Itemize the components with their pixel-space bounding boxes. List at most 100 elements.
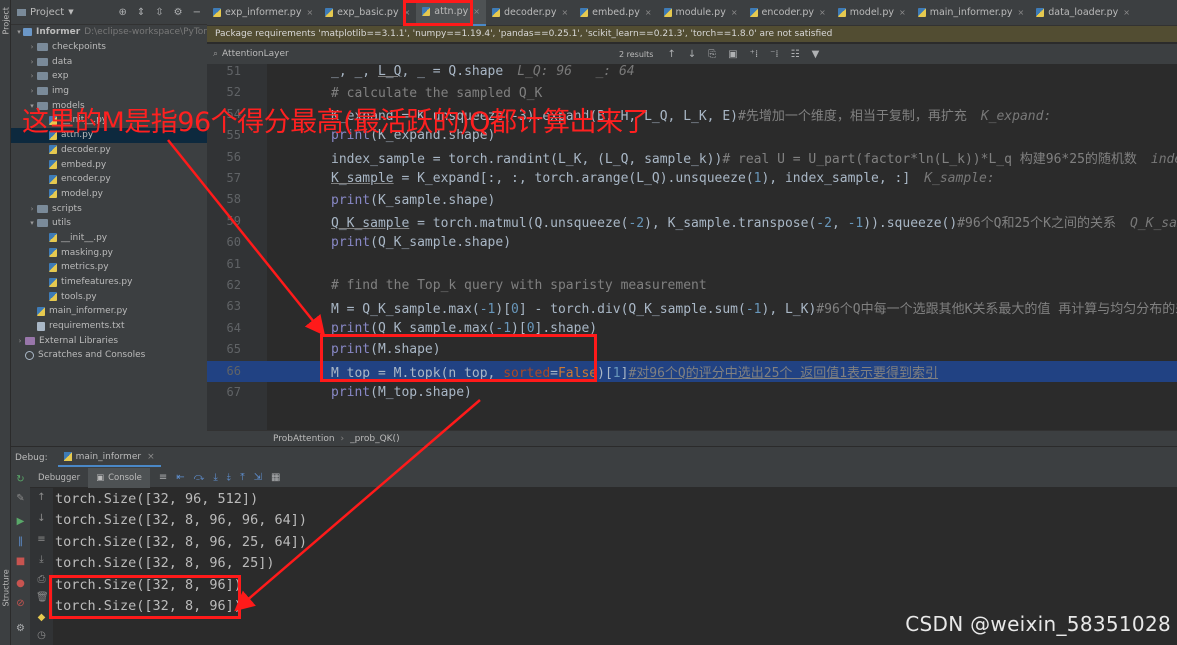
print-icon[interactable]: ⎙ [36,574,47,585]
tree-item[interactable]: › data [11,54,207,69]
close-icon[interactable]: × [561,8,568,17]
chevron-right-icon[interactable]: › [27,87,37,95]
code-line[interactable]: print(K_sample.shape) [267,189,1177,210]
hide-icon[interactable]: − [193,7,201,18]
toggle-occurrence-icon[interactable]: ☷ [791,49,800,60]
tree-item[interactable]: › External Libraries [11,333,207,348]
tree-item[interactable]: › scripts [11,201,207,216]
step-into-icon[interactable]: ⤓ [213,472,217,483]
close-icon[interactable]: × [306,8,313,17]
code-line[interactable] [267,254,1177,275]
tab-debugger[interactable]: Debugger [30,468,88,488]
chevron-right-icon[interactable]: › [27,43,37,51]
tree-item[interactable]: encoder.py [11,172,207,187]
tree-item[interactable]: __init__.py [11,231,207,246]
gutter-row[interactable]: 62 [207,275,267,296]
step-out-icon[interactable]: ⤒ [240,472,244,483]
tree-item[interactable]: main_informer.py [11,304,207,319]
filter-icon[interactable]: ▼ [812,49,820,60]
tree-item[interactable]: masking.py [11,245,207,260]
stop-icon[interactable]: ■ [15,556,26,567]
gutter-row[interactable]: 56 [207,147,267,168]
close-icon[interactable]: × [819,8,826,17]
gutter-row[interactable]: 57 [207,168,267,189]
editor-tab[interactable]: model.py × [832,0,912,26]
find-in-selection-icon[interactable]: ⎘ [708,49,716,60]
clock-icon[interactable]: ◷ [36,630,47,641]
tree-item[interactable]: requirements.txt [11,319,207,334]
chevron-right-icon[interactable]: › [27,72,37,80]
close-icon[interactable]: × [731,8,738,17]
close-icon[interactable]: × [147,452,155,462]
run-to-cursor-icon[interactable]: ⇲ [254,472,262,483]
close-icon[interactable]: × [473,7,480,16]
run-config-tab[interactable]: main_informer × [57,449,161,467]
tree-item[interactable]: timefeatures.py [11,275,207,290]
code-line[interactable]: K_sample = K_expand[:, :, torch.arange(L… [267,168,1177,189]
trash-icon[interactable]: 🗑 [36,592,49,603]
chevron-right-icon[interactable]: › [27,58,37,66]
chevron-down-icon[interactable]: ▾ [15,28,23,36]
code-line[interactable]: _, _, L_Q, _ = Q.shape L_Q: 96 _: 64 [267,64,1177,82]
project-tool-label[interactable]: Project [2,7,11,34]
collapse-icon[interactable]: ⇕ [137,7,145,18]
scroll-to-end-icon[interactable]: ⤓ [36,554,47,565]
arrow-down-icon[interactable]: ↓ [688,49,696,60]
code-line[interactable]: index_sample = torch.randint(L_K, (L_Q, … [267,147,1177,168]
tree-item[interactable]: › exp [11,69,207,84]
show-execution-point-icon[interactable]: ⇤ [176,472,184,483]
expand-icon[interactable]: ⇳ [155,7,163,18]
scroll-down-icon[interactable]: ↓ [36,513,47,524]
tree-item[interactable]: › img [11,84,207,99]
gutter-row[interactable]: 60 [207,232,267,253]
editor-tab[interactable]: module.py × [658,0,744,26]
tree-item[interactable]: decoder.py [11,143,207,158]
remove-occurrence-icon[interactable]: ⁻⁞ [770,49,778,60]
gutter-row[interactable]: 61 [207,254,267,275]
gear-icon[interactable]: ⚙ [174,7,183,18]
menu-icon[interactable]: ≡ [159,472,167,483]
wrench-icon[interactable]: ✎ [15,493,26,504]
gear-icon[interactable]: ⚙ [15,623,26,634]
editor-tab[interactable]: exp_informer.py × [207,0,319,26]
close-icon[interactable]: × [899,8,906,17]
tree-item[interactable]: metrics.py [11,260,207,275]
tree-item[interactable]: embed.py [11,157,207,172]
step-into-my-code-icon[interactable]: ⤈ [227,472,231,483]
locate-icon[interactable]: ⊕ [118,7,126,18]
rerun-icon[interactable]: ↻ [15,474,26,485]
gutter-row[interactable]: 58 [207,189,267,210]
tree-item[interactable]: ▾ utils [11,216,207,231]
tab-console[interactable]: ▣ Console [88,467,150,488]
arrow-up-icon[interactable]: ↑ [667,49,675,60]
evaluate-expression-icon[interactable]: ▦ [271,472,280,483]
chevron-right-icon[interactable]: › [15,337,25,345]
chevron-down-icon[interactable]: ▾ [27,219,37,227]
close-icon[interactable]: × [1123,8,1130,17]
scroll-up-icon[interactable]: ↑ [36,492,47,503]
tree-item[interactable]: › checkpoints [11,40,207,55]
gutter-row[interactable]: 51 [207,61,267,82]
gutter-row[interactable]: 64 [207,318,267,339]
gutter-row[interactable]: 67 [207,382,267,403]
mute-breakpoints-icon[interactable]: ⊘ [15,598,26,609]
tree-item[interactable]: ▾ Informer D:\eclipse-workspace\PyTor [11,25,207,40]
editor-tab[interactable]: main_informer.py × [912,0,1031,26]
code-line[interactable]: # find the Top_k query with sparisty mea… [267,275,1177,296]
gutter-row[interactable]: 65 [207,339,267,360]
editor-tab[interactable]: decoder.py × [486,0,574,26]
breadcrumb-class[interactable]: ProbAttention [273,434,335,444]
project-title[interactable]: Project [30,7,64,18]
editor-tab[interactable]: embed.py × [574,0,657,26]
tree-item[interactable]: Scratches and Consoles [11,348,207,363]
add-occurrence-icon[interactable]: ⁺⁞ [750,49,758,60]
code-line[interactable]: Q_K_sample = torch.matmul(Q.unsqueeze(-2… [267,211,1177,232]
gutter-row[interactable]: 66 [207,360,267,382]
resume-icon[interactable]: ▶ [15,516,26,527]
editor-tab[interactable]: exp_basic.py × [319,0,416,26]
code-line[interactable]: M = Q_K_sample.max(-1)[0] - torch.div(Q_… [267,296,1177,317]
pause-icon[interactable]: ‖ [15,536,26,547]
chevron-right-icon[interactable]: › [27,205,37,213]
code-line[interactable]: print(M_top.shape) [267,382,1177,403]
soft-wrap-icon[interactable]: ≡ [36,534,47,545]
